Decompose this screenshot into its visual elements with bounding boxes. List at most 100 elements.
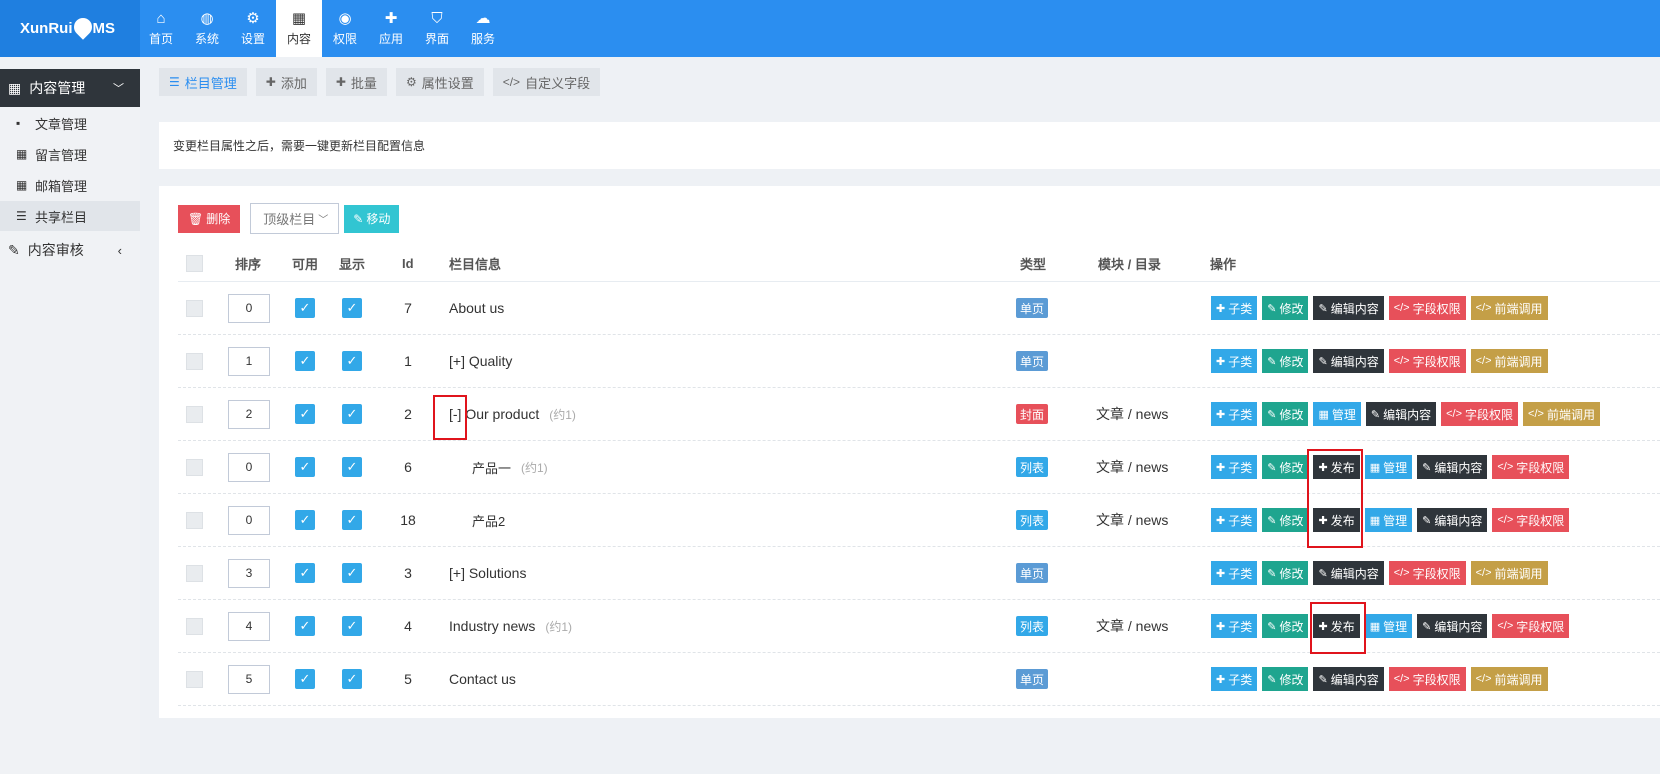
category-name[interactable]: 产品2 <box>472 511 505 530</box>
sidebar-group-review[interactable]: ✎ 内容审核 ‹ <box>0 235 140 265</box>
order-input[interactable]: 0 <box>228 505 270 535</box>
edit-button[interactable]: ✎ 修改 <box>1262 455 1309 479</box>
usable-toggle[interactable]: ✓ <box>295 298 315 318</box>
tab-4[interactable]: </> 自定义字段 <box>492 68 601 96</box>
edit-button[interactable]: ✎ 修改 <box>1262 561 1309 585</box>
front-button[interactable]: </> 前端调用 <box>1523 402 1600 426</box>
show-toggle[interactable]: ✓ <box>342 298 362 318</box>
sub-button[interactable]: ✚ 子类 <box>1211 561 1258 585</box>
editcontent-button[interactable]: ✎ 编辑内容 <box>1313 667 1384 691</box>
parent-select[interactable]: 顶级栏目 ﹀ <box>250 203 340 234</box>
perm-button[interactable]: </> 字段权限 <box>1441 402 1519 426</box>
show-toggle[interactable]: ✓ <box>342 351 362 371</box>
edit-button[interactable]: ✎ 修改 <box>1262 508 1309 532</box>
perm-button[interactable]: </> 字段权限 <box>1492 455 1570 479</box>
select-all-checkbox[interactable] <box>186 255 203 272</box>
nav-item-0[interactable]: ⌂ 首页 <box>138 0 184 57</box>
sidebar-item-2[interactable]: ▦ 邮箱管理 <box>0 170 140 200</box>
category-name[interactable]: Contact us <box>449 671 516 687</box>
sub-button[interactable]: ✚ 子类 <box>1211 349 1258 373</box>
order-input[interactable]: 4 <box>228 611 270 641</box>
sidebar-item-1[interactable]: ▦ 留言管理 <box>0 139 140 169</box>
editcontent-button[interactable]: ✎ 编辑内容 <box>1365 402 1437 426</box>
perm-button[interactable]: </> 字段权限 <box>1388 296 1466 320</box>
usable-toggle[interactable]: ✓ <box>295 351 315 371</box>
order-input[interactable]: 3 <box>228 558 270 588</box>
perm-button[interactable]: </> 字段权限 <box>1388 561 1466 585</box>
front-button[interactable]: </> 前端调用 <box>1470 667 1548 691</box>
sub-button[interactable]: ✚ 子类 <box>1211 296 1258 320</box>
usable-toggle[interactable]: ✓ <box>295 510 315 530</box>
category-name[interactable]: About us <box>449 300 504 316</box>
nav-item-7[interactable]: ☁ 服务 <box>460 0 506 57</box>
sub-button[interactable]: ✚ 子类 <box>1211 508 1258 532</box>
category-name[interactable]: Industry news <box>449 618 535 634</box>
tab-3[interactable]: ⚙ 属性设置 <box>395 68 484 96</box>
logo[interactable]: XunRui MS <box>0 0 140 57</box>
move-button[interactable]: ✎ 移动 <box>344 204 400 233</box>
editcontent-button[interactable]: ✎ 编辑内容 <box>1417 614 1488 638</box>
nav-item-1[interactable]: ◍ 系统 <box>184 0 230 57</box>
show-toggle[interactable]: ✓ <box>342 563 362 583</box>
nav-item-5[interactable]: ✚ 应用 <box>368 0 414 57</box>
manage-button[interactable]: ▦ 管理 <box>1364 508 1413 532</box>
front-button[interactable]: </> 前端调用 <box>1470 561 1548 585</box>
row-checkbox[interactable] <box>186 299 203 317</box>
category-name[interactable]: 产品一 <box>472 458 511 477</box>
manage-button[interactable]: ▦ 管理 <box>1364 614 1413 638</box>
sub-button[interactable]: ✚ 子类 <box>1211 667 1258 691</box>
show-toggle[interactable]: ✓ <box>342 457 362 477</box>
usable-toggle[interactable]: ✓ <box>295 404 315 424</box>
row-checkbox[interactable] <box>186 458 203 476</box>
show-toggle[interactable]: ✓ <box>342 669 362 689</box>
order-input[interactable]: 0 <box>228 452 270 482</box>
usable-toggle[interactable]: ✓ <box>295 563 315 583</box>
row-checkbox[interactable] <box>186 564 203 582</box>
show-toggle[interactable]: ✓ <box>342 510 362 530</box>
editcontent-button[interactable]: ✎ 编辑内容 <box>1313 296 1384 320</box>
order-input[interactable]: 0 <box>228 293 270 323</box>
nav-item-3[interactable]: ▦ 内容 <box>276 0 322 57</box>
order-input[interactable]: 2 <box>228 399 270 429</box>
editcontent-button[interactable]: ✎ 编辑内容 <box>1313 561 1384 585</box>
row-checkbox[interactable] <box>186 617 203 635</box>
show-toggle[interactable]: ✓ <box>342 616 362 636</box>
sidebar-item-3[interactable]: ☰ 共享栏目 <box>0 201 140 231</box>
perm-button[interactable]: </> 字段权限 <box>1492 508 1570 532</box>
tab-0[interactable]: ☰ 栏目管理 <box>159 68 247 96</box>
usable-toggle[interactable]: ✓ <box>295 457 315 477</box>
nav-item-6[interactable]: ⛉ 界面 <box>414 0 460 57</box>
perm-button[interactable]: </> 字段权限 <box>1388 667 1466 691</box>
nav-item-4[interactable]: ◉ 权限 <box>322 0 368 57</box>
edit-button[interactable]: ✎ 修改 <box>1262 614 1309 638</box>
editcontent-button[interactable]: ✎ 编辑内容 <box>1313 349 1384 373</box>
delete-button[interactable]: 🗑 删除 <box>178 204 241 233</box>
edit-button[interactable]: ✎ 修改 <box>1262 296 1309 320</box>
row-checkbox[interactable] <box>186 352 203 370</box>
editcontent-button[interactable]: ✎ 编辑内容 <box>1417 455 1488 479</box>
perm-button[interactable]: </> 字段权限 <box>1388 349 1466 373</box>
sub-button[interactable]: ✚ 子类 <box>1211 455 1258 479</box>
row-checkbox[interactable] <box>186 511 203 529</box>
edit-button[interactable]: ✎ 修改 <box>1262 667 1309 691</box>
row-checkbox[interactable] <box>186 405 203 423</box>
manage-button[interactable]: ▦ 管理 <box>1364 455 1413 479</box>
nav-item-2[interactable]: ⚙ 设置 <box>230 0 276 57</box>
sub-button[interactable]: ✚ 子类 <box>1211 402 1258 426</box>
editcontent-button[interactable]: ✎ 编辑内容 <box>1417 508 1488 532</box>
sub-button[interactable]: ✚ 子类 <box>1211 614 1258 638</box>
sidebar-head[interactable]: ▦ 内容管理 ﹀ <box>0 69 140 107</box>
tab-2[interactable]: ✚ 批量 <box>325 68 387 96</box>
tab-1[interactable]: ✚ 添加 <box>255 68 317 96</box>
category-name[interactable]: [+] Solutions <box>449 565 526 581</box>
edit-button[interactable]: ✎ 修改 <box>1262 402 1309 426</box>
edit-button[interactable]: ✎ 修改 <box>1262 349 1309 373</box>
usable-toggle[interactable]: ✓ <box>295 616 315 636</box>
front-button[interactable]: </> 前端调用 <box>1470 349 1548 373</box>
front-button[interactable]: </> 前端调用 <box>1470 296 1548 320</box>
order-input[interactable]: 1 <box>228 346 270 376</box>
usable-toggle[interactable]: ✓ <box>295 669 315 689</box>
row-checkbox[interactable] <box>186 670 203 688</box>
order-input[interactable]: 5 <box>228 664 270 694</box>
manage-button[interactable]: ▦ 管理 <box>1313 402 1361 426</box>
